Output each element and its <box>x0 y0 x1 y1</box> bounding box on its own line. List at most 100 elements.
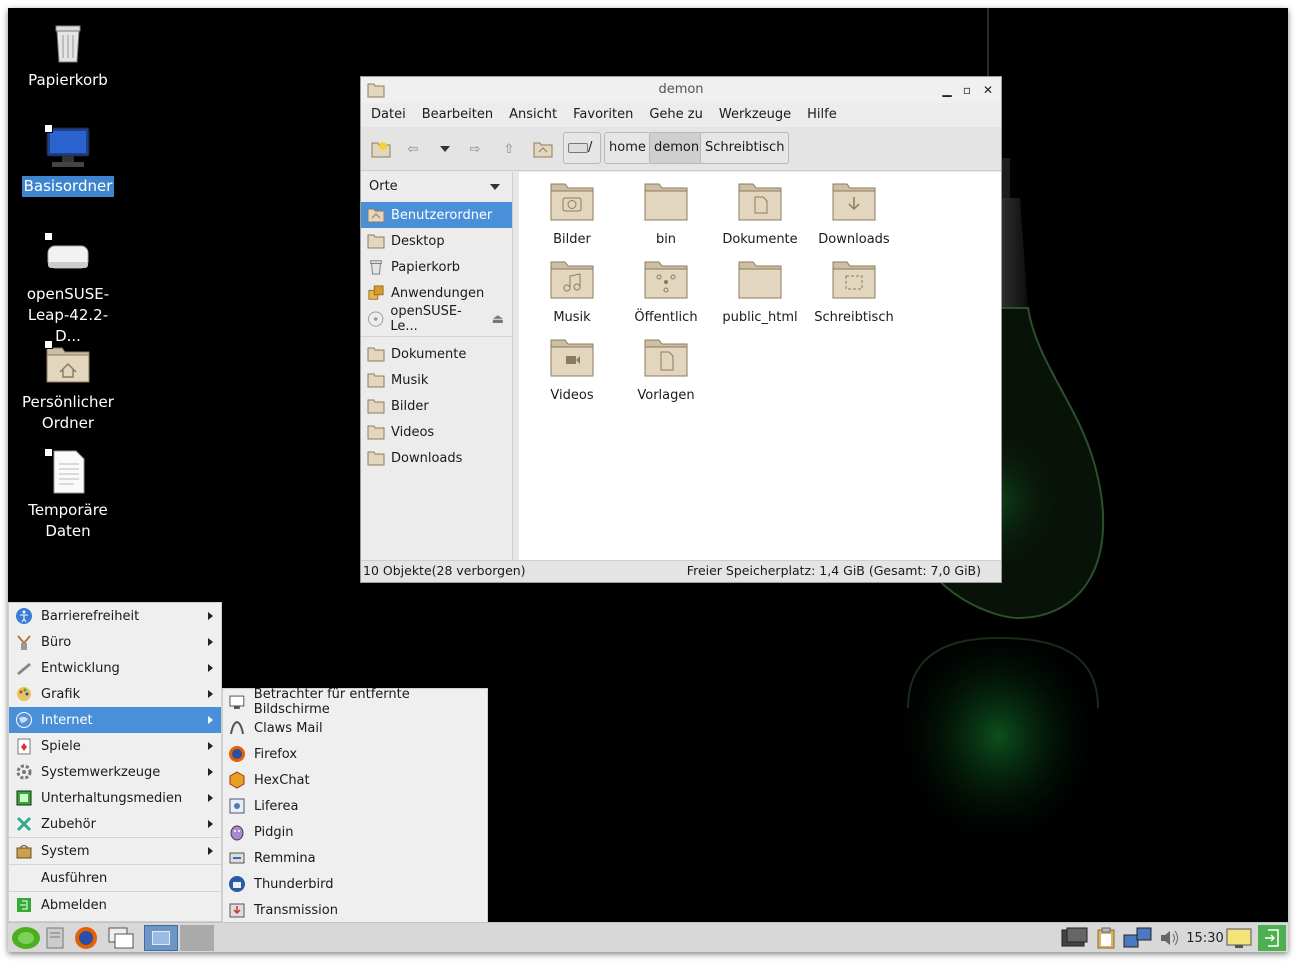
sidebar-item-videos[interactable]: Videos <box>361 419 512 445</box>
desktop: Papierkorb Basisordner openSUSE-Leap-42.… <box>8 8 1288 952</box>
menu-favoriten[interactable]: Favoriten <box>565 103 641 127</box>
menu-item-liferea[interactable]: Liferea <box>223 793 487 819</box>
menu-item-transmission[interactable]: Transmission <box>223 897 487 923</box>
breadcrumb-root[interactable]: / <box>563 132 601 164</box>
logout-icon[interactable] <box>1258 925 1286 951</box>
sidebar-item-musik[interactable]: Musik <box>361 367 512 393</box>
menu-item-internet[interactable]: Internet <box>9 707 221 733</box>
sidebar-item-papierkorb[interactable]: Papierkorb <box>361 254 512 280</box>
desktop-icon-tmp[interactable]: Temporäre Daten <box>8 448 128 542</box>
menu-item-firefox[interactable]: Firefox <box>223 741 487 767</box>
screensaver-icon[interactable] <box>1224 925 1254 951</box>
back-icon[interactable]: ⇦ <box>401 137 425 161</box>
status-item-count: 10 Objekte(28 verborgen) <box>363 563 526 578</box>
submenu-arrow-icon <box>208 612 213 620</box>
network-icon[interactable] <box>1122 925 1154 951</box>
up-icon[interactable]: ⇧ <box>497 137 521 161</box>
workspace-1-button[interactable] <box>144 925 178 951</box>
desktop-icon-label: Persönlicher Ordner <box>22 393 114 432</box>
home-folder-icon <box>44 340 92 388</box>
desktop-icon-home[interactable]: Persönlicher Ordner <box>8 340 128 434</box>
menu-ansicht[interactable]: Ansicht <box>501 103 565 127</box>
shortcut-arrow-icon <box>44 232 53 241</box>
trash-icon <box>44 18 92 66</box>
minimize-button[interactable]: ▁ <box>937 77 957 103</box>
menu-item-system[interactable]: System <box>9 838 221 864</box>
menu-item-pidgin[interactable]: Pidgin <box>223 819 487 845</box>
multimedia-icon <box>16 790 32 806</box>
menu-item-unterhaltungsmedien[interactable]: Unterhaltungsmedien <box>9 785 221 811</box>
file-item-downloads[interactable]: Downloads <box>807 180 901 247</box>
file-item-dokumente[interactable]: Dokumente <box>713 180 807 247</box>
screen-icon[interactable] <box>1060 925 1090 951</box>
breadcrumb-demon[interactable]: demon <box>649 132 705 164</box>
thunderbird-icon <box>229 876 245 892</box>
menu-item-abmelden[interactable]: Abmelden <box>9 892 221 918</box>
menu-gehe-zu[interactable]: Gehe zu <box>641 103 711 127</box>
music-folder-icon <box>550 261 594 299</box>
start-menu-button[interactable] <box>10 925 42 951</box>
maximize-button[interactable]: ▫ <box>957 77 977 103</box>
toolbar: ⇦ ⇨ ⇧ / home demon Schreibtisch <box>361 127 1001 171</box>
public-folder-icon <box>644 261 688 299</box>
window-titlebar[interactable]: demon ▁ ▫ ✕ <box>361 77 1001 103</box>
file-item-bin[interactable]: bin <box>619 180 713 247</box>
menu-item-grafik[interactable]: Grafik <box>9 681 221 707</box>
sidebar-item-anwendungen[interactable]: Anwendungen <box>361 280 512 306</box>
file-item-bilder[interactable]: Bilder <box>525 180 619 247</box>
menu-item-remote-viewer[interactable]: Betrachter für entfernte Bildschirme <box>223 687 487 717</box>
volume-icon[interactable] <box>1158 925 1182 951</box>
file-item-vorlagen[interactable]: Vorlagen <box>619 336 713 403</box>
menu-item-entwicklung[interactable]: Entwicklung <box>9 655 221 681</box>
submenu-arrow-icon <box>208 820 213 828</box>
sidebar-divider <box>361 336 512 337</box>
clock[interactable]: 15:30 <box>1186 925 1223 951</box>
submenu-arrow-icon <box>208 768 213 776</box>
file-item-public-html[interactable]: public_html <box>713 258 807 325</box>
file-manager-launcher-icon[interactable] <box>44 925 66 951</box>
file-view: Bilder bin Dokumente Downloads Musik Öff… <box>519 172 1001 562</box>
menu-bearbeiten[interactable]: Bearbeiten <box>414 103 501 127</box>
desktop-folder-icon <box>832 261 876 299</box>
sidebar-item-downloads[interactable]: Downloads <box>361 445 512 471</box>
sidebar-item-desktop[interactable]: Desktop <box>361 228 512 254</box>
menu-item-spiele[interactable]: Spiele <box>9 733 221 759</box>
menu-item-systemwerkzeuge[interactable]: Systemwerkzeuge <box>9 759 221 785</box>
sidebar-item-opensuse-disc[interactable]: openSUSE-Le... ⏏ <box>361 304 512 334</box>
file-item-videos[interactable]: Videos <box>525 336 619 403</box>
window-switcher-icon[interactable] <box>106 925 136 951</box>
sidebar-item-bilder[interactable]: Bilder <box>361 393 512 419</box>
menu-item-ausfuehren[interactable]: Ausführen <box>9 865 221 891</box>
menu-item-claws-mail[interactable]: Claws Mail <box>223 715 487 741</box>
menu-item-remmina[interactable]: Remmina <box>223 845 487 871</box>
menu-item-barrierefreiheit[interactable]: Barrierefreiheit <box>9 603 221 629</box>
file-item-oeffentlich[interactable]: Öffentlich <box>619 258 713 325</box>
menu-item-thunderbird[interactable]: Thunderbird <box>223 871 487 897</box>
breadcrumb-home[interactable]: home <box>604 132 651 164</box>
home-icon[interactable] <box>531 137 555 161</box>
sidebar-mode-select[interactable]: Orte <box>361 172 512 202</box>
forward-icon[interactable]: ⇨ <box>463 137 487 161</box>
file-item-musik[interactable]: Musik <box>525 258 619 325</box>
menu-hilfe[interactable]: Hilfe <box>799 103 845 127</box>
menu-item-zubehoer[interactable]: Zubehör <box>9 811 221 837</box>
desktop-icon-trash[interactable]: Papierkorb <box>8 18 128 91</box>
sidebar-item-benutzerordner[interactable]: Benutzerordner <box>361 202 512 228</box>
desktop-icon-dvd[interactable]: openSUSE-Leap-42.2-D... <box>8 232 128 347</box>
menu-werkzeuge[interactable]: Werkzeuge <box>711 103 799 127</box>
file-item-schreibtisch[interactable]: Schreibtisch <box>807 258 901 325</box>
close-button[interactable]: ✕ <box>978 77 998 103</box>
firefox-launcher-icon[interactable] <box>72 925 100 951</box>
menu-item-buero[interactable]: Büro <box>9 629 221 655</box>
clipboard-icon[interactable] <box>1094 925 1118 951</box>
history-dropdown-icon[interactable] <box>433 137 457 161</box>
desktop-icon-basisordner[interactable]: Basisordner <box>8 124 128 197</box>
desktop-icon-label: Papierkorb <box>28 71 108 89</box>
breadcrumb-schreibtisch[interactable]: Schreibtisch <box>700 132 790 164</box>
sidebar-item-dokumente[interactable]: Dokumente <box>361 341 512 367</box>
workspace-2-button[interactable] <box>180 925 214 951</box>
new-tab-icon[interactable] <box>369 137 393 161</box>
menu-item-hexchat[interactable]: HexChat <box>223 767 487 793</box>
submenu-arrow-icon <box>208 742 213 750</box>
eject-icon[interactable]: ⏏ <box>492 312 504 327</box>
